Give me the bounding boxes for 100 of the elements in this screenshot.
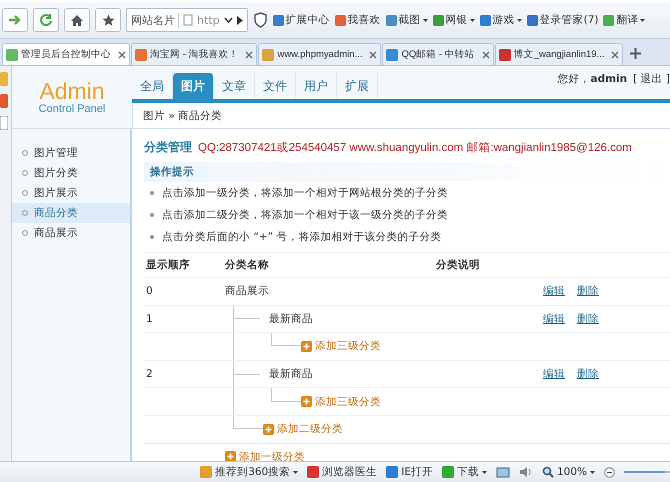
extension-button[interactable]: 网银 xyxy=(432,13,475,27)
status-icon xyxy=(200,466,212,478)
nav-tab[interactable]: 用户 xyxy=(296,73,337,99)
delete-link[interactable]: 删除 xyxy=(577,284,599,298)
edit-link[interactable]: 编辑 xyxy=(543,367,565,382)
address-text: http xyxy=(197,14,220,26)
plus-icon xyxy=(301,396,312,408)
extension-button[interactable]: 翻译 xyxy=(603,13,646,27)
caret-icon xyxy=(293,470,298,474)
delete-link[interactable]: 删除 xyxy=(577,367,599,382)
browser-tab[interactable]: 淘宝网 - 淘我喜欢！ xyxy=(131,43,258,65)
circle-icon xyxy=(22,210,28,216)
edit-link[interactable]: 编辑 xyxy=(543,284,565,298)
circle-icon xyxy=(22,190,28,196)
circle-icon xyxy=(22,230,28,236)
browser-tab[interactable]: QQ邮箱 - 中转站 xyxy=(382,43,494,65)
circle-icon xyxy=(22,150,28,156)
add-category-link[interactable]: 添加二级分类 xyxy=(263,422,343,436)
section-title: 分类管理 xyxy=(144,139,192,156)
home-button[interactable] xyxy=(64,8,90,32)
extension-icon xyxy=(603,14,614,26)
caret-icon xyxy=(422,18,428,22)
logo-title: Admin xyxy=(39,80,105,102)
extension-icon xyxy=(432,14,444,26)
extension-icon xyxy=(386,14,397,26)
bullet-icon xyxy=(150,213,154,217)
table-cell-text: 1 xyxy=(145,312,154,325)
status-icon xyxy=(386,466,398,478)
browser-tab[interactable]: 博文_wangjianlin19... xyxy=(494,43,624,65)
table-cell-text: 0 xyxy=(145,285,154,298)
close-icon[interactable] xyxy=(369,50,378,58)
site-icon xyxy=(135,48,147,60)
sidebar-item[interactable]: 商品分类 xyxy=(12,203,130,223)
address-bar[interactable]: 网站名片 http xyxy=(126,8,248,32)
new-tab-icon[interactable] xyxy=(630,48,642,59)
close-icon[interactable] xyxy=(611,50,620,58)
magnifier-icon xyxy=(542,466,554,478)
refresh-button[interactable] xyxy=(33,8,59,32)
category-name: 商品展示 xyxy=(225,284,269,298)
sidebar-item[interactable]: 图片管理 xyxy=(12,143,130,163)
forward-button[interactable] xyxy=(2,8,28,32)
add-category-link[interactable]: 添加一级分类 xyxy=(225,450,305,464)
browser-tab[interactable]: 管理员后台控制中心 xyxy=(2,43,130,65)
extension-icon xyxy=(272,14,284,26)
extension-button[interactable]: 截图 xyxy=(386,13,428,27)
status-button[interactable]: 推荐到360搜索 xyxy=(200,465,298,479)
status-icon xyxy=(307,466,320,478)
refresh-icon xyxy=(39,13,53,27)
speaker-icon[interactable] xyxy=(518,466,533,478)
sidebar-item[interactable]: 图片分类 xyxy=(12,163,130,183)
app-icon[interactable] xyxy=(0,116,8,130)
browser-tab[interactable]: www.phpmyadmin... xyxy=(258,43,382,65)
add-category-link[interactable]: 添加三级分类 xyxy=(301,394,381,409)
sidebar-item[interactable]: 图片展示 xyxy=(12,183,130,203)
favorites-button[interactable] xyxy=(95,8,121,32)
caret-icon xyxy=(470,18,475,22)
extension-icon xyxy=(334,14,346,26)
breadcrumb: 图片 » 商品分类 xyxy=(143,108,222,122)
nav-tab[interactable]: 图片 xyxy=(173,73,214,99)
shield-icon[interactable] xyxy=(252,12,268,28)
status-button[interactable]: IE打开 xyxy=(386,465,433,479)
extension-button[interactable]: 扩展中心 xyxy=(272,13,330,27)
site-icon xyxy=(6,48,18,60)
arrow-icon xyxy=(8,14,22,26)
plus-icon xyxy=(301,340,312,352)
close-icon[interactable] xyxy=(118,50,126,58)
nav-tab[interactable]: 文章 xyxy=(214,73,255,99)
bullet-icon xyxy=(150,191,154,195)
home-icon xyxy=(70,14,84,26)
page-icon xyxy=(183,14,193,26)
column-header: 显示顺序 xyxy=(145,258,191,272)
nav-tab[interactable]: 文件 xyxy=(255,73,296,99)
add-category-link[interactable]: 添加三级分类 xyxy=(301,339,381,354)
caret-icon xyxy=(224,17,233,23)
site-icon xyxy=(262,48,274,60)
bullet-icon xyxy=(150,235,154,239)
tip-text: 点击添加一级分类，将添加一个相对于网站根分类的子分类 xyxy=(162,186,448,200)
close-icon[interactable] xyxy=(245,50,254,58)
status-button[interactable]: 下载 xyxy=(442,465,487,479)
plus-icon xyxy=(263,424,274,435)
edit-link[interactable]: 编辑 xyxy=(543,312,565,326)
zoom-button[interactable]: 100% xyxy=(542,466,595,478)
window-icon[interactable] xyxy=(496,466,510,478)
extension-button[interactable]: 游戏 xyxy=(480,13,522,27)
nav-tab[interactable]: 扩展 xyxy=(337,73,378,99)
address-label: 网站名片 xyxy=(131,12,179,28)
extension-button[interactable]: 我喜欢 xyxy=(334,13,381,27)
minus-icon[interactable] xyxy=(604,466,615,478)
status-button[interactable]: 浏览器医生 xyxy=(307,465,378,479)
logout-link[interactable]: [ 退出 ] xyxy=(633,72,670,99)
sidebar-item[interactable]: 商品展示 xyxy=(12,223,130,243)
contact-text: QQ:287307421或254540457 www.shuangyulin.com 邮箱:wangjianlin1985@126.com xyxy=(198,140,632,155)
extension-button[interactable]: 登录管家(7) xyxy=(526,13,598,27)
caret-icon xyxy=(516,18,522,22)
caret-icon xyxy=(482,470,487,474)
site-icon xyxy=(386,48,398,60)
site-icon xyxy=(498,48,511,60)
tip-text: 点击添加二级分类，将添加一个相对于该一级分类的子分类 xyxy=(162,208,448,222)
close-icon[interactable] xyxy=(482,50,490,58)
delete-link[interactable]: 删除 xyxy=(577,312,599,326)
